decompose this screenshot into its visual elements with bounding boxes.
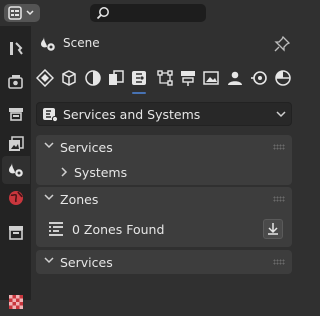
shading-sphere-icon: [85, 70, 101, 86]
circle-dot-tab[interactable]: [249, 68, 269, 88]
view-layer-icon: [9, 136, 24, 151]
user-tab[interactable]: [225, 68, 245, 88]
chevron-down-icon: [44, 257, 54, 264]
zones-panel-header[interactable]: Zones: [36, 187, 292, 211]
chevron-down-icon: [26, 10, 34, 16]
copy-icon: [109, 70, 124, 85]
chevron-down-icon: [276, 111, 286, 118]
tool-icon: [10, 42, 23, 55]
properties-editor-icon: [8, 6, 34, 20]
scene-name-label: Scene: [63, 36, 100, 50]
search-icon: [96, 7, 109, 20]
chevron-down-icon: [44, 194, 54, 201]
output-icon: [9, 108, 23, 121]
image-tab[interactable]: [201, 68, 221, 88]
systems-subpanel-header[interactable]: Systems: [36, 160, 292, 184]
circle-dot-icon: [251, 71, 267, 85]
services-panel-2: Services: [36, 250, 292, 274]
collection-icon: [9, 226, 23, 240]
context-row: Scene: [31, 30, 300, 58]
chevron-right-icon: [61, 167, 68, 177]
properties-tab-bar: [0, 26, 31, 309]
node-graph-tab[interactable]: [155, 68, 175, 88]
search-field[interactable]: [90, 4, 206, 22]
dropdown-label: Services and Systems: [63, 107, 201, 122]
cube-object-icon: [62, 70, 76, 86]
drag-handle-icon[interactable]: [273, 259, 285, 265]
zone-list-icon: [49, 222, 63, 236]
services-tab[interactable]: [129, 68, 149, 94]
render-stack-icon: [181, 71, 195, 86]
zones-panel: Zones 0 Zones Found: [36, 187, 292, 247]
editor-type-button[interactable]: [4, 4, 40, 22]
pin-icon[interactable]: [274, 36, 290, 52]
services-panel: Services Systems: [36, 135, 292, 185]
services-panel-header[interactable]: Services: [36, 135, 292, 159]
header-bar: [0, 0, 300, 26]
shading-tab[interactable]: [83, 68, 103, 88]
tab-view-layer[interactable]: [2, 130, 30, 158]
render-engine-icon: [36, 69, 54, 87]
scene-icon: [9, 163, 23, 177]
services-panel-2-header[interactable]: Services: [36, 250, 292, 274]
download-icon: [268, 223, 278, 235]
sphere-split-icon: [275, 70, 291, 86]
render-stack-tab[interactable]: [178, 68, 198, 88]
panel-title: Zones: [60, 192, 99, 207]
panel-title: Services: [60, 255, 113, 270]
services-icon: [43, 108, 58, 122]
node-graph-icon: [157, 70, 173, 86]
tab-scene[interactable]: [2, 156, 30, 184]
subpanel-title: Systems: [74, 165, 128, 180]
object-tab[interactable]: [59, 68, 79, 88]
tab-tool[interactable]: [2, 34, 30, 62]
image-icon: [203, 71, 219, 85]
zones-status-text: 0 Zones Found: [72, 222, 165, 237]
tab-output[interactable]: [2, 100, 30, 128]
scene-icon: [41, 37, 55, 51]
tab-render[interactable]: [2, 68, 30, 96]
render-icon: [8, 75, 23, 89]
texture-icon: [9, 295, 23, 309]
render-engine-tab[interactable]: [35, 68, 55, 88]
tab-collection[interactable]: [2, 218, 30, 246]
sphere-split-tab[interactable]: [273, 68, 293, 88]
drag-handle-icon[interactable]: [273, 196, 285, 202]
panel-title: Services: [60, 140, 113, 155]
user-icon: [228, 71, 242, 85]
copy-tab[interactable]: [106, 68, 126, 88]
import-zones-button[interactable]: [263, 219, 283, 239]
tab-world[interactable]: [2, 184, 30, 212]
chevron-down-icon: [44, 142, 54, 149]
drag-handle-icon[interactable]: [273, 144, 285, 150]
tab-texture[interactable]: [2, 288, 30, 316]
property-tabs-row: [31, 66, 300, 94]
services-icon: [132, 71, 146, 85]
zones-body: 0 Zones Found: [36, 211, 292, 249]
world-icon: [9, 191, 23, 205]
services-dropdown[interactable]: Services and Systems: [36, 102, 292, 126]
